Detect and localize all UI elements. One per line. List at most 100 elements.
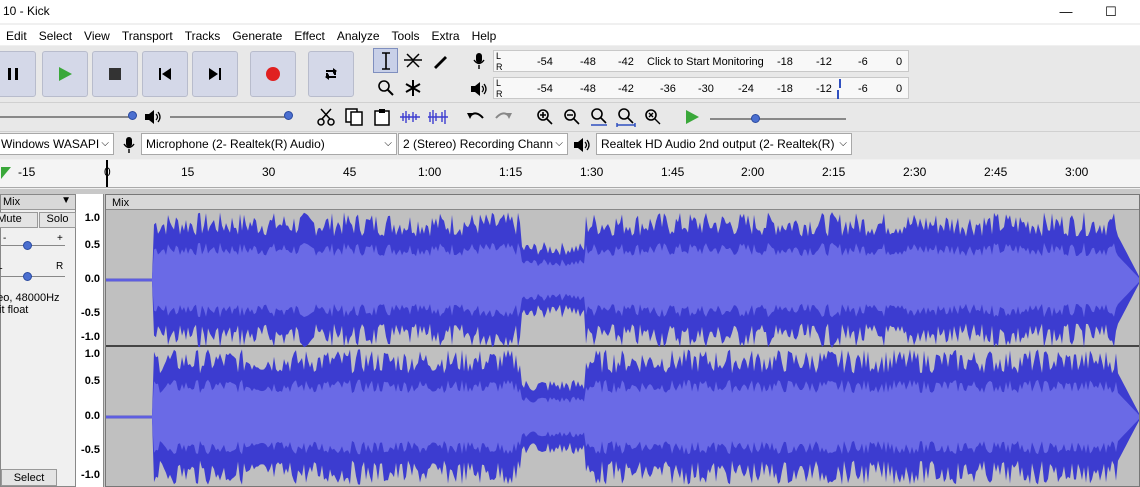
paste-button[interactable]: [369, 104, 394, 129]
stop-button[interactable]: [92, 51, 138, 97]
envelope-tool[interactable]: [400, 48, 425, 73]
playback-meter[interactable]: L R -54 -48 -42 -36 -30 -24 -18 -12 -6 0: [493, 77, 909, 99]
redo-button[interactable]: [490, 104, 515, 129]
record-meter[interactable]: L R -54 -48 -42 Click to Start Monitorin…: [493, 50, 909, 72]
recording-volume-thumb[interactable]: [128, 111, 137, 120]
start-monitoring-label[interactable]: Click to Start Monitoring: [647, 56, 764, 68]
play-at-speed-button[interactable]: [679, 104, 704, 129]
playback-meter-button[interactable]: [466, 76, 491, 101]
recording-volume-slider[interactable]: [0, 116, 135, 118]
meter-tick: 0: [896, 56, 903, 68]
cut-button[interactable]: [313, 104, 338, 129]
maximize-button[interactable]: ☐: [1088, 0, 1134, 23]
scale-label: 1.0: [84, 348, 100, 360]
audio-host-select[interactable]: Windows WASAPI ⌵: [0, 133, 114, 155]
ruler-label: 2:00: [741, 165, 765, 179]
zoom-in-button[interactable]: [532, 104, 557, 129]
menu-extra[interactable]: Extra: [426, 25, 466, 45]
skip-start-icon: [159, 68, 171, 80]
record-meter-button[interactable]: [466, 48, 491, 73]
skip-to-start-button[interactable]: [142, 51, 188, 97]
menu-transport[interactable]: Transport: [116, 25, 179, 45]
menu-bar: Edit Select View Transport Tracks Genera…: [0, 25, 1140, 45]
solo-button[interactable]: Solo: [39, 212, 76, 228]
recording-device-select[interactable]: Microphone (2- Realtek(R) Audio) ⌵: [141, 133, 397, 155]
menu-tools[interactable]: Tools: [386, 25, 426, 45]
menu-analyze[interactable]: Analyze: [331, 25, 386, 45]
playback-volume-slider[interactable]: [170, 116, 292, 118]
draw-tool[interactable]: [427, 48, 452, 73]
window-title: 10 - Kick: [3, 4, 50, 18]
recording-channels-select[interactable]: 2 (Stereo) Recording Chann ⌵: [398, 133, 568, 155]
selection-tool[interactable]: [373, 48, 398, 73]
playback-volume-icon-cell: [140, 104, 165, 129]
menu-generate[interactable]: Generate: [226, 25, 288, 45]
ruler-label: -15: [18, 165, 36, 179]
meter-tick: -24: [738, 83, 754, 95]
meter-tick: -42: [618, 56, 634, 68]
pan-slider[interactable]: [1, 276, 65, 277]
play-button[interactable]: [42, 51, 88, 97]
playback-device-select[interactable]: Realtek HD Audio 2nd output (2- Realtek(…: [596, 133, 852, 155]
pan-slider-thumb[interactable]: [23, 272, 32, 281]
pan-right-label: R: [56, 261, 64, 272]
playback-level-marker: [839, 79, 841, 88]
chevron-down-icon: ⌵: [839, 138, 847, 149]
chevron-down-icon: ⌵: [384, 138, 392, 149]
playback-level-marker: [837, 90, 839, 99]
solo-label: Solo: [46, 213, 69, 225]
menu-select[interactable]: Select: [33, 25, 78, 45]
gain-slider-thumb[interactable]: [23, 241, 32, 250]
select-button[interactable]: Select: [1, 469, 57, 486]
meter-r-label: R: [496, 89, 503, 99]
track-area: Mix ▼ Mute Solo - + L R Stereo, 48000Hz …: [0, 189, 1140, 487]
play-speed-thumb[interactable]: [751, 114, 760, 123]
waveform-graphic: [106, 212, 1139, 485]
record-button[interactable]: [250, 51, 296, 97]
speaker-icon: [144, 109, 161, 124]
undo-button[interactable]: [463, 104, 488, 129]
zoom-out-button[interactable]: [559, 104, 584, 129]
play-speed-slider[interactable]: [710, 118, 846, 120]
ruler-label: 45: [343, 165, 357, 179]
skip-to-end-button[interactable]: [192, 51, 238, 97]
meter-tick: -54: [537, 83, 553, 95]
waveform-clip[interactable]: Mix: [105, 194, 1140, 487]
pause-button[interactable]: [0, 51, 36, 97]
mute-button[interactable]: Mute: [0, 212, 38, 228]
zoom-toggle-button[interactable]: [640, 104, 665, 129]
zoom-out-icon: [563, 108, 580, 125]
zoom-in-icon: [536, 108, 553, 125]
menu-tracks[interactable]: Tracks: [179, 25, 227, 45]
ruler-label: 1:45: [661, 165, 685, 179]
menu-edit[interactable]: Edit: [0, 25, 33, 45]
playback-volume-thumb[interactable]: [284, 111, 293, 120]
silence-button[interactable]: [425, 104, 450, 129]
fit-selection-button[interactable]: [586, 104, 611, 129]
timeline-ruler[interactable]: -15 0 15 30 45 1:00 1:15 1:30 1:45 2:00 …: [0, 160, 1140, 188]
zoom-tool[interactable]: [373, 75, 398, 100]
scale-label: -0.5: [81, 307, 100, 319]
meter-tick: -48: [580, 83, 596, 95]
scale-label: 0.0: [84, 410, 100, 422]
microphone-icon: [472, 52, 485, 69]
trim-button[interactable]: [397, 104, 422, 129]
i-beam-icon: [381, 51, 390, 70]
menu-help[interactable]: Help: [466, 25, 503, 45]
track-menu-button[interactable]: Mix ▼: [1, 195, 75, 210]
pause-icon: [8, 68, 18, 80]
menu-effect[interactable]: Effect: [288, 25, 330, 45]
minimize-button[interactable]: —: [1043, 0, 1089, 23]
menu-view[interactable]: View: [78, 25, 116, 45]
fit-project-button[interactable]: [613, 104, 638, 129]
multi-tool[interactable]: [400, 75, 425, 100]
copy-button[interactable]: [341, 104, 366, 129]
gain-plus-label: +: [57, 233, 63, 244]
redo-icon: [494, 111, 512, 119]
loop-icon: [325, 68, 337, 80]
meter-tick: -18: [777, 56, 793, 68]
meter-l-label: L: [496, 51, 502, 61]
gain-slider[interactable]: [1, 245, 65, 246]
loop-button[interactable]: [308, 51, 354, 97]
ruler-label: 2:15: [822, 165, 846, 179]
